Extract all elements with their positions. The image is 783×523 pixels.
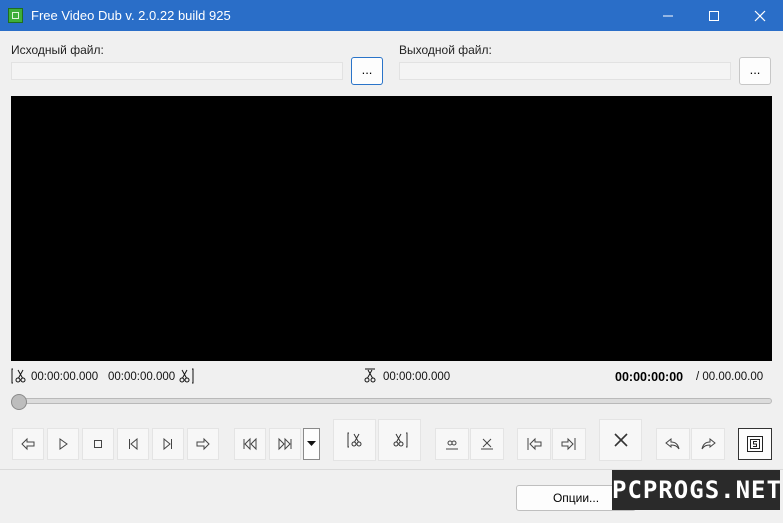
marker-time-icon bbox=[364, 368, 376, 383]
marker-clear-icon bbox=[481, 438, 493, 450]
minimize-button[interactable] bbox=[645, 0, 691, 31]
step-forward-icon bbox=[196, 437, 210, 451]
cut-start-time: 00:00:00.000 bbox=[31, 371, 99, 383]
next-frame-button[interactable] bbox=[152, 428, 184, 460]
input-file-field[interactable] bbox=[11, 62, 343, 80]
marker-time: 00:00:00.000 bbox=[383, 371, 451, 383]
output-file-field[interactable] bbox=[399, 62, 731, 80]
redo-icon bbox=[701, 437, 716, 450]
maximize-icon bbox=[709, 11, 719, 21]
position-slider[interactable] bbox=[15, 398, 772, 404]
input-file-label: Исходный файл: bbox=[11, 43, 104, 57]
input-browse-button[interactable]: ... bbox=[351, 57, 383, 85]
step-back-button[interactable] bbox=[12, 428, 44, 460]
cut-start-icon bbox=[347, 432, 361, 448]
next-frame-icon bbox=[163, 437, 172, 451]
output-browse-button[interactable]: ... bbox=[739, 57, 771, 85]
next-keyframe-button[interactable] bbox=[269, 428, 301, 460]
cut-end-icon bbox=[393, 432, 407, 448]
stop-button[interactable] bbox=[82, 428, 114, 460]
delete-icon bbox=[613, 433, 628, 447]
cut-end-time: 00:00:00.000 bbox=[108, 371, 176, 383]
close-button[interactable] bbox=[737, 0, 783, 31]
next-keyframe-icon bbox=[278, 437, 292, 451]
play-button[interactable] bbox=[47, 428, 79, 460]
app-icon bbox=[8, 8, 23, 23]
goto-cut-start-button[interactable] bbox=[517, 428, 551, 460]
set-marker-button[interactable] bbox=[435, 428, 469, 460]
position-slider-thumb[interactable] bbox=[11, 394, 27, 410]
output-file-label: Выходной файл: bbox=[399, 43, 492, 57]
title-bar: Free Video Dub v. 2.0.22 build 925 bbox=[0, 0, 783, 31]
clear-marker-button[interactable] bbox=[470, 428, 504, 460]
save-frame-icon bbox=[747, 436, 763, 452]
maximize-button[interactable] bbox=[691, 0, 737, 31]
dropdown-arrow-icon bbox=[307, 441, 316, 446]
watermark: PCPROGS.NET bbox=[612, 470, 781, 510]
prev-keyframe-button[interactable] bbox=[234, 428, 266, 460]
goto-cut-end-button[interactable] bbox=[552, 428, 586, 460]
goto-cut-end-icon bbox=[561, 437, 576, 451]
step-back-icon bbox=[21, 437, 35, 451]
prev-keyframe-icon bbox=[243, 437, 257, 451]
undo-icon bbox=[665, 437, 680, 450]
total-time: / 00.00.00.00 bbox=[696, 371, 764, 383]
redo-button[interactable] bbox=[691, 428, 725, 460]
goto-cut-start-icon bbox=[527, 437, 542, 451]
window-title: Free Video Dub v. 2.0.22 build 925 bbox=[31, 8, 231, 23]
undo-button[interactable] bbox=[656, 428, 690, 460]
cut-end-marker-icon bbox=[179, 368, 194, 384]
step-forward-button[interactable] bbox=[187, 428, 219, 460]
play-icon bbox=[59, 438, 68, 450]
keyframe-dropdown-button[interactable] bbox=[303, 428, 320, 460]
video-preview[interactable] bbox=[11, 96, 772, 361]
cut-end-button[interactable] bbox=[378, 419, 421, 461]
delete-selection-button[interactable] bbox=[599, 419, 642, 461]
prev-frame-button[interactable] bbox=[117, 428, 149, 460]
cut-start-button[interactable] bbox=[333, 419, 376, 461]
prev-frame-icon bbox=[129, 437, 138, 451]
close-icon bbox=[754, 10, 766, 22]
cut-start-marker-icon bbox=[11, 368, 26, 384]
current-time: 00:00:00:00 bbox=[615, 370, 684, 384]
minimize-icon bbox=[663, 15, 673, 17]
save-frame-button[interactable] bbox=[738, 428, 772, 460]
stop-icon bbox=[94, 440, 102, 448]
marker-set-icon bbox=[446, 440, 458, 450]
